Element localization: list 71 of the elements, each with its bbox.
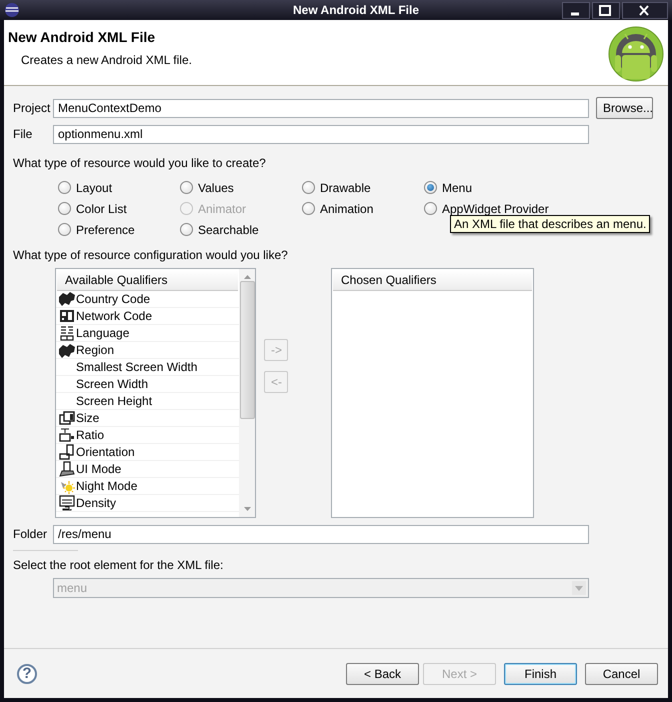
chosen-list[interactable]: Chosen Qualifiers	[331, 268, 534, 518]
radio-button[interactable]	[302, 181, 315, 194]
wizard-button[interactable]: < Back	[346, 662, 419, 684]
minimize-icon[interactable]	[562, 2, 590, 18]
radio-button[interactable]	[180, 181, 193, 194]
list-item[interactable]: Ratio	[76, 428, 104, 442]
radio-label[interactable]: Values	[198, 180, 234, 194]
page-description: Creates a new Android XML file.	[21, 53, 192, 67]
radio-button[interactable]	[424, 202, 437, 215]
radio-label[interactable]: Menu	[442, 180, 472, 194]
field-label: Project	[13, 101, 52, 115]
radio-label[interactable]: Color List	[76, 202, 127, 216]
list-item[interactable]: Country Code	[76, 292, 150, 306]
map-icon	[59, 342, 75, 358]
list-item[interactable]: Smallest Screen Width	[76, 360, 198, 374]
radio-label[interactable]: Searchable	[198, 222, 259, 236]
field-label: Folder	[13, 527, 48, 541]
radio-button[interactable]	[58, 223, 71, 236]
radio-button[interactable]	[302, 202, 315, 215]
section-prompt: What type of resource configuration would you like?	[13, 248, 288, 262]
list-item[interactable]: Screen Width	[76, 377, 148, 391]
scrollbar[interactable]	[239, 269, 255, 517]
section-prompt: Select the root element for the XML file:	[13, 558, 224, 572]
map-icon	[59, 291, 75, 307]
browse-button[interactable]: Browse...	[596, 97, 653, 119]
radio-button[interactable]	[180, 223, 193, 236]
rectangle-icon	[59, 427, 75, 443]
list-item[interactable]: Region	[76, 343, 114, 357]
dock-icon	[59, 461, 75, 477]
radio-button[interactable]	[58, 181, 71, 194]
qualifier-list[interactable]: Available Qualifiers Country Code Network Code Language Region Smallest Screen Width Screen Width Screen Height Size Ratio Orientation UI Mode Night Mode Density	[55, 268, 256, 518]
list-item[interactable]: Night Mode	[76, 479, 138, 493]
radio-button[interactable]	[424, 181, 437, 194]
sun-icon	[59, 478, 75, 494]
project-field[interactable]: MenuContextDemo	[53, 98, 589, 118]
radio-label[interactable]: Animation	[320, 202, 374, 216]
radio-label[interactable]: AppWidget Provider	[442, 202, 549, 216]
page-title: New Android XML File	[8, 29, 156, 45]
window-title: New Android XML File	[292, 3, 420, 17]
sphere-icon[interactable]	[4, 2, 20, 18]
wizard-button[interactable]: Cancel	[585, 662, 658, 684]
character-icon	[59, 325, 75, 341]
radio-label[interactable]: Layout	[76, 180, 112, 194]
field-label: File	[13, 127, 34, 141]
list-item[interactable]: Network Code	[76, 309, 152, 323]
close-icon[interactable]	[622, 2, 668, 18]
radio-label[interactable]: Drawable	[320, 180, 371, 194]
robot-icon	[608, 26, 664, 82]
folder-field[interactable]: /res/menu	[53, 524, 589, 544]
list-item[interactable]: Size	[76, 411, 100, 425]
list-item[interactable]: UI Mode	[76, 462, 122, 476]
grid-icon	[59, 308, 75, 324]
list-item[interactable]: Screen Height	[76, 394, 152, 408]
list-item[interactable]: Language	[76, 326, 130, 340]
list-item[interactable]: Density	[76, 496, 116, 510]
column-header: Available Qualifiers	[57, 270, 238, 291]
radio-label[interactable]: Preference	[76, 222, 135, 236]
screen-icon	[59, 410, 75, 426]
radio-button[interactable]	[58, 202, 71, 215]
monitor-icon	[59, 495, 75, 511]
section-prompt: What type of resource would you like to create?	[13, 156, 266, 170]
phone-icon	[59, 444, 75, 460]
maximize-icon[interactable]	[592, 2, 620, 18]
help-button[interactable]: ?	[17, 664, 37, 684]
list-item[interactable]: Orientation	[76, 445, 135, 459]
file-field[interactable]: optionmenu.xml	[53, 124, 589, 144]
wizard-button[interactable]: Finish	[504, 662, 577, 684]
column-header: Chosen Qualifiers	[333, 270, 532, 291]
up-arrow-icon[interactable]	[244, 275, 250, 279]
tooltip: An XML file that describes an menu.	[450, 215, 650, 233]
down-arrow-icon[interactable]	[244, 507, 250, 511]
